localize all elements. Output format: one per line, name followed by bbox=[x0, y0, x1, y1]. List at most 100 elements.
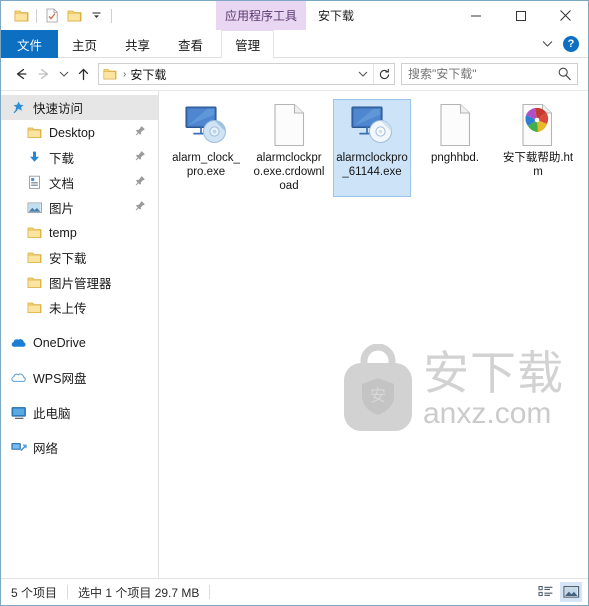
sidebar-item-wps-cloud[interactable]: WPS网盘 bbox=[1, 365, 158, 390]
help-button[interactable]: ? bbox=[563, 36, 579, 52]
details-view-button[interactable] bbox=[535, 582, 557, 602]
sidebar-item-label: Desktop bbox=[49, 125, 95, 140]
sidebar-item-desktop[interactable]: Desktop bbox=[1, 120, 158, 145]
sidebar-item-downloads[interactable]: 下载 bbox=[1, 145, 158, 170]
tab-manage[interactable]: 管理 bbox=[221, 30, 275, 58]
recent-locations-button[interactable] bbox=[55, 63, 72, 86]
contextual-tab-banner: 应用程序工具 bbox=[216, 1, 307, 30]
explorer-body: 快速访问 Desktop 下载 文档 图片 temp 安下载 图片管理器 未上传… bbox=[1, 91, 588, 578]
search-input[interactable] bbox=[402, 66, 577, 82]
address-bar: › 安下载 bbox=[1, 58, 588, 91]
folder-icon bbox=[25, 298, 44, 317]
tab-view[interactable]: 查看 bbox=[164, 30, 217, 58]
sidebar-item-pictures[interactable]: 图片 bbox=[1, 195, 158, 220]
sidebar-item-network[interactable]: 网络 bbox=[1, 435, 158, 460]
properties-icon[interactable] bbox=[41, 5, 63, 27]
view-buttons bbox=[535, 582, 582, 602]
pictures-icon bbox=[25, 198, 44, 217]
sidebar-item-onedrive[interactable]: OneDrive bbox=[1, 330, 158, 355]
file-item[interactable]: alarm_clock_pro.exe bbox=[167, 99, 245, 197]
sidebar-item-anxiazai[interactable]: 安下载 bbox=[1, 245, 158, 270]
download-icon bbox=[25, 148, 44, 167]
sidebar-item-label: temp bbox=[49, 225, 77, 240]
chevron-down-icon[interactable] bbox=[85, 5, 107, 27]
sidebar-item-picture-manager[interactable]: 图片管理器 bbox=[1, 270, 158, 295]
file-list-pane[interactable]: alarm_clock_pro.exe alarmclockpro.exe.cr… bbox=[159, 91, 588, 578]
folder-icon[interactable] bbox=[10, 5, 32, 27]
sidebar-item-quick-access[interactable]: 快速访问 bbox=[1, 95, 158, 120]
star-pin-icon bbox=[9, 98, 28, 117]
large-icons-view-button[interactable] bbox=[560, 582, 582, 602]
minimize-button[interactable] bbox=[453, 1, 498, 30]
file-item[interactable]: pnghhbd. bbox=[416, 99, 494, 197]
back-button[interactable] bbox=[9, 63, 32, 86]
brand-bag-icon: 安 bbox=[337, 343, 419, 436]
sidebar-item-label: 文档 bbox=[49, 177, 75, 191]
window-controls bbox=[453, 1, 588, 30]
sidebar-item-this-pc[interactable]: 此电脑 bbox=[1, 400, 158, 425]
cloud-outline-icon bbox=[9, 368, 28, 387]
sidebar-item-label: OneDrive bbox=[33, 335, 86, 350]
title-bar: 应用程序工具 安下载 bbox=[1, 1, 588, 30]
watermark-text: 安下载 anxz.com bbox=[423, 350, 564, 430]
file-name: alarm_clock_pro.exe bbox=[172, 152, 240, 178]
breadcrumb-bar[interactable]: › 安下载 bbox=[98, 63, 395, 85]
search-icon bbox=[557, 66, 572, 86]
folder-icon bbox=[25, 223, 44, 242]
file-name: alarmclockpro_61144.exe bbox=[336, 152, 408, 178]
ribbon-tab-bar: 文件 主页 共享 查看 管理 ? bbox=[1, 30, 588, 58]
sidebar-item-documents[interactable]: 文档 bbox=[1, 170, 158, 195]
onedrive-cloud-icon bbox=[9, 333, 28, 352]
folder-icon bbox=[25, 248, 44, 267]
toolbar-divider bbox=[36, 8, 37, 23]
forward-button[interactable] bbox=[32, 63, 55, 86]
maximize-button[interactable] bbox=[498, 1, 543, 30]
sidebar-item-label: 图片 bbox=[49, 202, 75, 216]
file-name: alarmclockpro.exe.crdownload bbox=[253, 152, 325, 192]
sidebar-item-label: 此电脑 bbox=[33, 407, 71, 421]
blank-document-icon bbox=[430, 102, 480, 148]
search-box[interactable] bbox=[401, 63, 578, 85]
watermark-brand: 安下载 bbox=[423, 346, 564, 400]
svg-text:安: 安 bbox=[370, 386, 386, 405]
pin-icon[interactable] bbox=[135, 175, 146, 189]
exe-monitor-disc-icon bbox=[181, 102, 231, 148]
item-count: 5 个项目 bbox=[11, 585, 58, 600]
ribbon-right-controls: ? bbox=[537, 30, 584, 58]
navigation-pane: 快速访问 Desktop 下载 文档 图片 temp 安下载 图片管理器 未上传… bbox=[1, 91, 159, 578]
blank-document-icon bbox=[264, 102, 314, 148]
selection-info: 选中 1 个项目 29.7 MB bbox=[78, 585, 200, 600]
tab-file[interactable]: 文件 bbox=[1, 30, 59, 58]
network-icon bbox=[9, 438, 28, 457]
sidebar-item-temp[interactable]: temp bbox=[1, 220, 158, 245]
refresh-icon[interactable] bbox=[373, 64, 394, 84]
tab-home[interactable]: 主页 bbox=[58, 30, 111, 58]
file-name: pnghhbd. bbox=[431, 152, 479, 164]
sidebar-item-label: 下载 bbox=[49, 152, 75, 166]
folder-icon bbox=[25, 273, 44, 292]
new-folder-icon[interactable] bbox=[63, 5, 85, 27]
breadcrumb-path[interactable]: 安下载 bbox=[129, 66, 166, 83]
quick-access-toolbar bbox=[1, 1, 116, 30]
pin-icon[interactable] bbox=[135, 150, 146, 164]
chevron-down-icon[interactable] bbox=[537, 34, 557, 54]
window-title: 安下载 bbox=[318, 9, 355, 23]
file-item[interactable]: alarmclockpro.exe.crdownload bbox=[250, 99, 328, 197]
this-pc-icon bbox=[9, 403, 28, 422]
watermark: 安 安下载 anxz.com bbox=[337, 337, 569, 443]
pin-icon[interactable] bbox=[135, 125, 146, 139]
sidebar-item-not-uploaded[interactable]: 未上传 bbox=[1, 295, 158, 320]
exe-monitor-disc-icon bbox=[347, 102, 397, 148]
documents-icon bbox=[25, 173, 44, 192]
sidebar-item-label: 快速访问 bbox=[33, 102, 84, 116]
pin-icon[interactable] bbox=[135, 200, 146, 214]
tab-share[interactable]: 共享 bbox=[111, 30, 164, 58]
chevron-down-icon[interactable] bbox=[354, 64, 372, 84]
close-button[interactable] bbox=[543, 1, 588, 30]
file-item[interactable]: alarmclockpro_61144.exe bbox=[333, 99, 411, 197]
status-divider-2 bbox=[209, 585, 211, 599]
file-grid: alarm_clock_pro.exe alarmclockpro.exe.cr… bbox=[159, 91, 588, 197]
file-item[interactable]: 安下载帮助.htm bbox=[499, 99, 577, 197]
up-button[interactable] bbox=[72, 63, 95, 86]
